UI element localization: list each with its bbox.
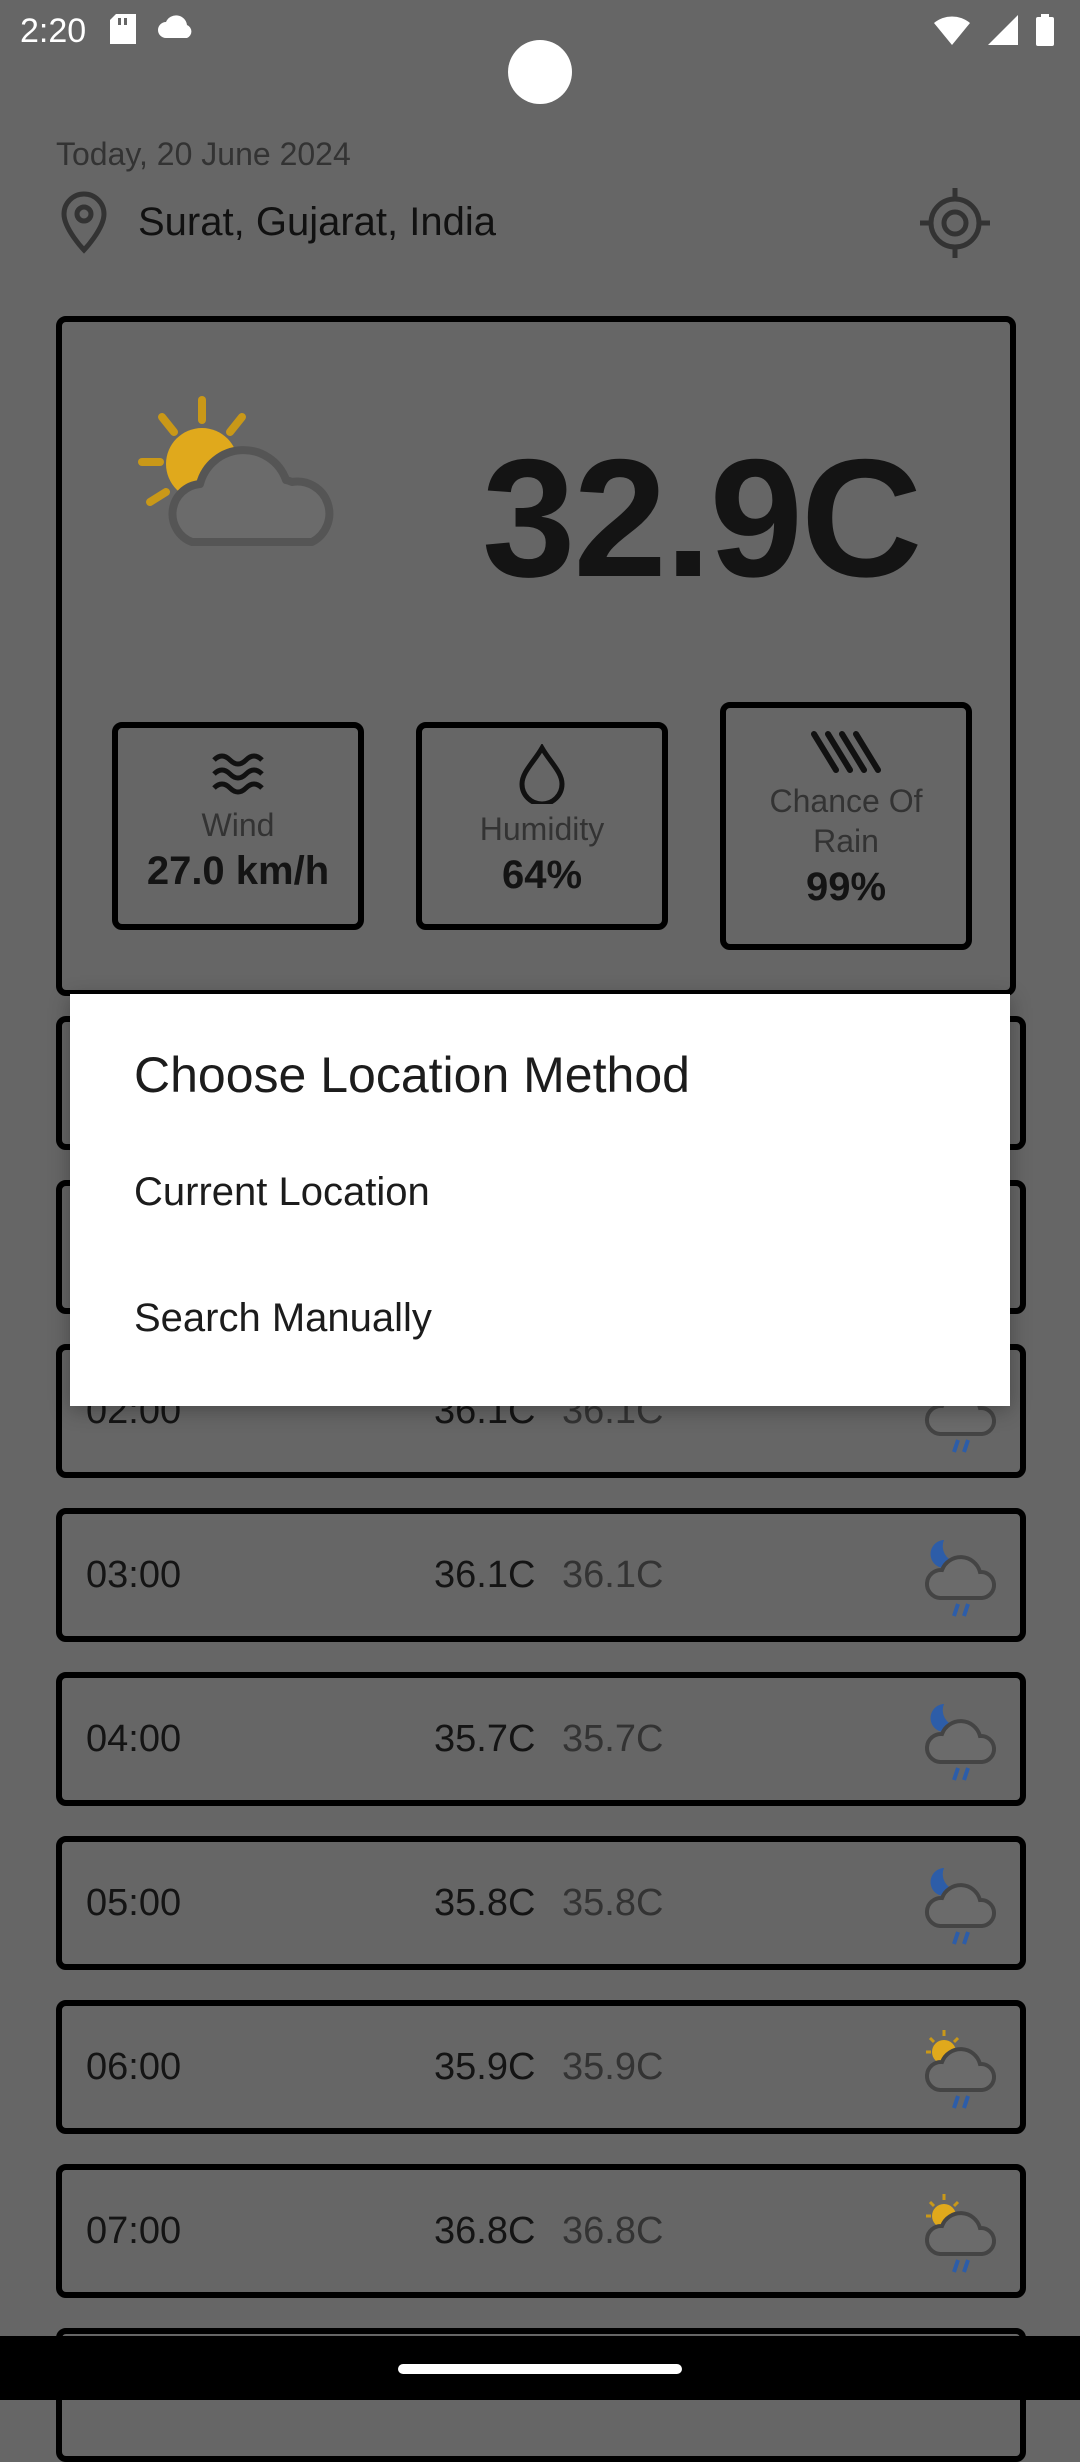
hour-temp: 36.1C [434,1554,536,1596]
hour-time: 05:00 [86,1882,182,1924]
cloud-icon [158,15,192,38]
status-time: 2:20 [20,12,87,50]
partly-cloudy-icon [138,396,334,546]
wind-value: 27.0 km/h [146,849,330,893]
hour-time: 07:00 [86,2210,182,2252]
camera-cutout [508,40,572,104]
date-label: Today, 20 June 2024 [56,136,351,172]
location-method-dialog: Choose Location Method Current Location … [70,994,1010,1406]
wifi-icon [934,16,970,45]
rain-lines-icon [811,731,881,773]
search-manually-option[interactable]: Search Manually [134,1296,432,1341]
hour-feels: 35.8C [562,1882,664,1924]
hour-time: 03:00 [86,1554,182,1596]
current-temperature: 32.9C [482,424,922,612]
humidity-value: 64% [501,853,583,897]
hour-feels: 35.7C [562,1718,664,1760]
dialog-title: Choose Location Method [134,1047,690,1103]
rain-chance-stat: Chance Of Rain 99% [720,702,972,950]
navigation-bar [0,2336,1080,2400]
rain-chance-value: 99% [805,865,887,909]
home-gesture-handle[interactable] [398,2364,682,2374]
night-rain-icon [924,1540,996,1617]
wind-label: Wind [201,807,275,843]
hour-temp: 35.9C [434,2046,536,2088]
gps-target-icon [920,188,990,258]
hour-feels: 36.1C [562,1554,664,1596]
rain-chance-label-line1: Chance Of [769,783,923,819]
hour-time: 06:00 [86,2046,182,2088]
list-item[interactable]: 07:00 36.8C 36.8C [56,2164,1026,2298]
signal-icon [988,15,1018,45]
night-rain-icon [924,1704,996,1781]
hour-temp: 35.8C [434,1882,536,1924]
hour-feels: 35.9C [562,2046,664,2088]
water-drop-icon [519,742,565,807]
list-item[interactable]: 03:00 36.1C 36.1C [56,1508,1026,1642]
humidity-label: Humidity [479,811,605,847]
day-rain-icon [924,2030,996,2109]
battery-icon [1036,14,1054,46]
wind-icon [212,753,264,795]
sd-card-icon [110,14,136,44]
wind-stat: Wind 27.0 km/h [112,722,364,930]
rain-chance-label-line2: Rain [813,823,879,859]
hour-time: 04:00 [86,1718,182,1760]
location-pin-icon [61,191,107,254]
humidity-stat: Humidity 64% [416,722,668,930]
current-weather-card: 32.9C Wind 27.0 km/h Humidity 64% Chance… [56,316,1016,996]
locate-button[interactable] [918,186,992,260]
hour-feels: 36.8C [562,2210,664,2252]
night-rain-icon [924,1868,996,1945]
list-item[interactable]: 06:00 35.9C 35.9C [56,2000,1026,2134]
list-item[interactable]: 04:00 35.7C 35.7C [56,1672,1026,1806]
list-item[interactable]: 05:00 35.8C 35.8C [56,1836,1026,1970]
hour-temp: 35.7C [434,1718,536,1760]
hour-temp: 36.8C [434,2210,536,2252]
day-rain-icon [924,2194,996,2273]
location-row: Surat, Gujarat, India [56,190,496,254]
current-location-option[interactable]: Current Location [134,1170,430,1215]
location-label: Surat, Gujarat, India [138,199,496,244]
